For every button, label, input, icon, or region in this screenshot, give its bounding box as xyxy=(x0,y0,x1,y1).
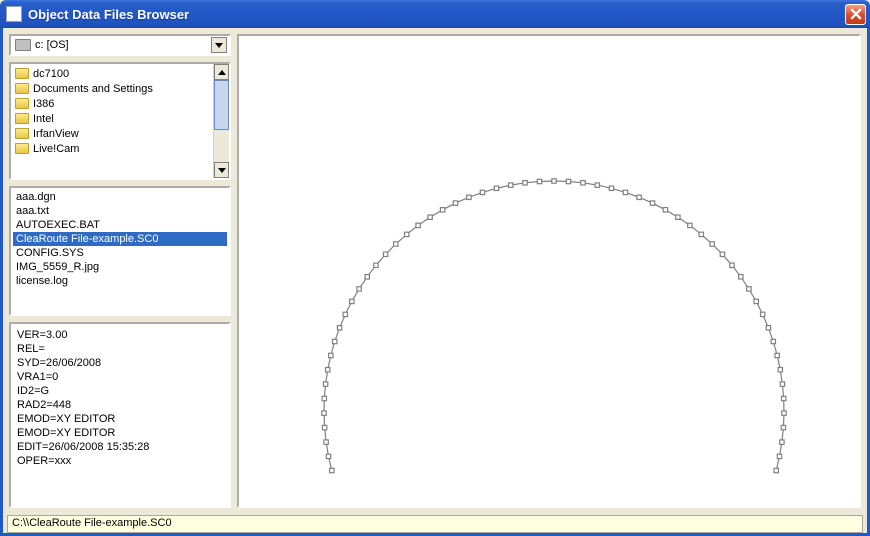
metadata-line: EMOD=XY EDITOR xyxy=(17,412,223,426)
drive-icon xyxy=(15,39,31,51)
folder-icon xyxy=(15,128,29,139)
scroll-down-button[interactable] xyxy=(214,162,229,178)
metadata-line: ID2=G xyxy=(17,384,223,398)
status-bar: C:\\CleaRoute File-example.SC0 xyxy=(0,514,870,536)
folder-scrollbar[interactable] xyxy=(213,64,229,178)
metadata-panel: VER=3.00REL=SYD=26/06/2008VRA1=0ID2=GRAD… xyxy=(9,322,231,508)
file-item[interactable]: CONFIG.SYS xyxy=(13,246,227,260)
metadata-line: VRA1=0 xyxy=(17,370,223,384)
close-icon xyxy=(850,8,862,20)
metadata-line: OPER=xxx xyxy=(17,454,223,468)
window-title: Object Data Files Browser xyxy=(28,7,845,22)
scroll-up-button[interactable] xyxy=(214,64,229,80)
file-item[interactable]: aaa.dgn xyxy=(13,190,227,204)
metadata-line: EMOD=XY EDITOR xyxy=(17,426,223,440)
metadata-line: SYD=26/06/2008 xyxy=(17,356,223,370)
close-button[interactable] xyxy=(845,4,866,25)
folder-label: I386 xyxy=(33,98,54,110)
folder-item[interactable]: Live!Cam xyxy=(13,141,211,156)
scroll-thumb[interactable] xyxy=(214,80,229,130)
chevron-down-icon xyxy=(215,43,223,48)
drive-combobox[interactable]: c: [OS] xyxy=(9,34,231,56)
folder-icon xyxy=(15,68,29,79)
drive-selected-label: c: [OS] xyxy=(35,39,211,51)
folder-item[interactable]: Intel xyxy=(13,111,211,126)
metadata-line: REL= xyxy=(17,342,223,356)
chevron-up-icon xyxy=(218,70,226,75)
folder-item[interactable]: IrfanView xyxy=(13,126,211,141)
folder-item[interactable]: I386 xyxy=(13,96,211,111)
preview-canvas xyxy=(237,34,861,508)
file-item[interactable]: aaa.txt xyxy=(13,204,227,218)
file-item[interactable]: IMG_5559_R.jpg xyxy=(13,260,227,274)
folder-item[interactable]: dc7100 xyxy=(13,66,211,81)
chevron-down-icon xyxy=(218,168,226,173)
folder-tree[interactable]: dc7100 Documents and Settings I386 Intel Irf… xyxy=(9,62,231,180)
folder-label: Documents and Settings xyxy=(33,83,153,95)
folder-label: Live!Cam xyxy=(33,143,79,155)
folder-label: dc7100 xyxy=(33,68,69,80)
folder-label: IrfanView xyxy=(33,128,79,140)
metadata-line: VER=3.00 xyxy=(17,328,223,342)
folder-icon xyxy=(15,143,29,154)
file-item[interactable]: CleaRoute File-example.SC0 xyxy=(13,232,227,246)
file-list[interactable]: aaa.dgnaaa.txtAUTOEXEC.BATCleaRoute File… xyxy=(9,186,231,316)
folder-item[interactable]: Documents and Settings xyxy=(13,81,211,96)
metadata-line: RAD2=448 xyxy=(17,398,223,412)
app-icon xyxy=(6,6,22,22)
folder-icon xyxy=(15,98,29,109)
file-item[interactable]: license.log xyxy=(13,274,227,288)
file-item[interactable]: AUTOEXEC.BAT xyxy=(13,218,227,232)
scroll-track[interactable] xyxy=(214,80,229,162)
status-path: C:\\CleaRoute File-example.SC0 xyxy=(7,515,863,533)
metadata-line: EDIT=26/06/2008 15:35:28 xyxy=(17,440,223,454)
window-titlebar: Object Data Files Browser xyxy=(0,0,870,28)
folder-icon xyxy=(15,83,29,94)
combobox-arrow[interactable] xyxy=(211,37,227,53)
folder-icon xyxy=(15,113,29,124)
folder-label: Intel xyxy=(33,113,54,125)
